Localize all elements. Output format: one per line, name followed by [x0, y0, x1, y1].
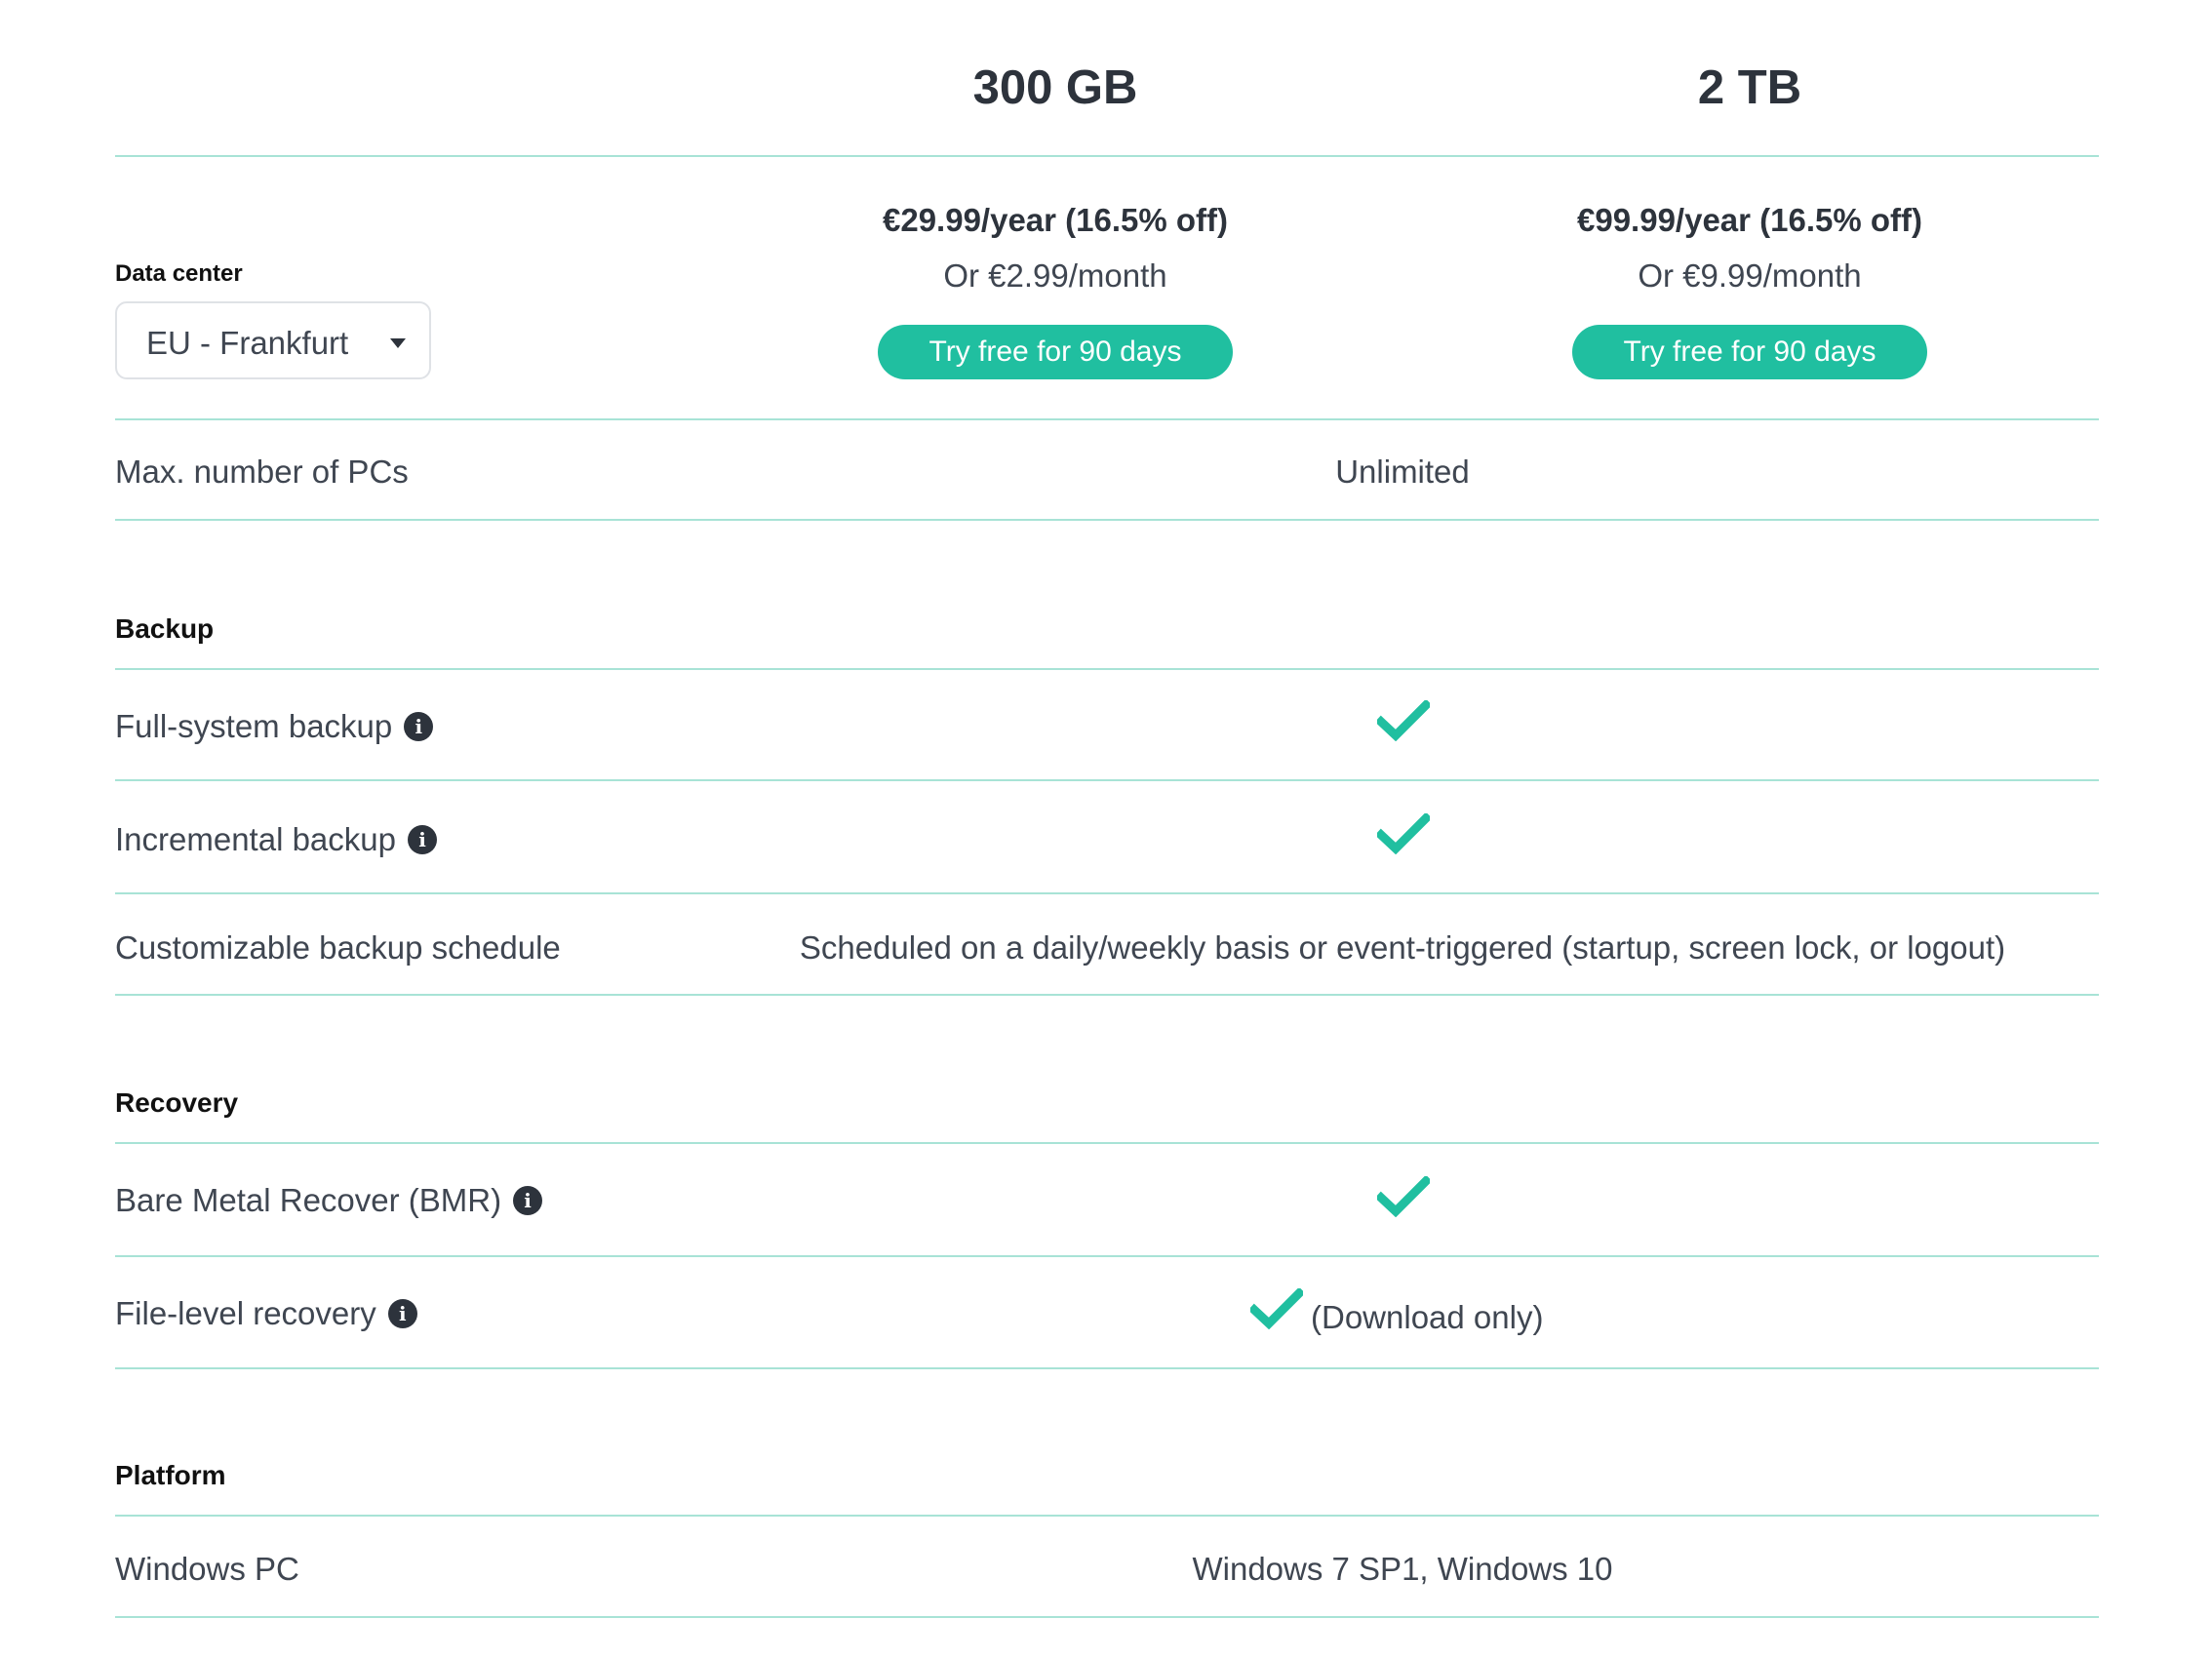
info-icon[interactable]: i [387, 1299, 417, 1328]
divider [115, 892, 2099, 894]
plan-name-300gb: 300 GB [972, 61, 1138, 114]
windows-pc-label: Windows PC [115, 1551, 299, 1587]
max-pcs-value: Unlimited [1335, 454, 1470, 490]
file-level-recovery-note: (Download only) [1311, 1299, 1544, 1335]
info-icon[interactable]: i [408, 825, 437, 854]
section-backup-heading: Backup [115, 613, 215, 644]
checkmark-icon [1377, 813, 1430, 854]
section-recovery-heading: Recovery [115, 1087, 239, 1118]
divider [115, 779, 2099, 781]
divider [115, 1515, 2099, 1517]
full-system-backup-label: Full-system backup [115, 708, 393, 744]
caret-down-icon [390, 338, 406, 348]
price-2tb: €99.99/year (16.5% off) [1576, 202, 1923, 238]
divider [115, 519, 2099, 521]
divider [115, 668, 2099, 670]
incremental-backup-label: Incremental backup [115, 821, 396, 857]
data-center-select[interactable]: EU - Frankfurt [115, 301, 431, 379]
full-system-backup-row: Full-system backup i [115, 708, 434, 745]
backup-schedule-label: Customizable backup schedule [115, 929, 561, 966]
plan-name-2tb: 2 TB [1697, 61, 1802, 114]
info-icon[interactable]: i [404, 712, 434, 741]
file-level-recovery-label: File-level recovery [115, 1295, 376, 1331]
divider [115, 994, 2099, 996]
data-center-value: EU - Frankfurt [146, 325, 349, 361]
max-pcs-label: Max. number of PCs [115, 454, 409, 490]
data-center-label: Data center [115, 260, 243, 287]
divider [115, 1367, 2099, 1369]
monthly-price-300gb: Or €2.99/month [943, 257, 1167, 294]
bmr-row: Bare Metal Recover (BMR) i [115, 1182, 543, 1219]
section-platform-heading: Platform [115, 1460, 226, 1490]
divider [115, 155, 2099, 157]
info-icon[interactable]: i [513, 1186, 543, 1215]
bmr-label: Bare Metal Recover (BMR) [115, 1182, 502, 1218]
try-free-button-300gb[interactable]: Try free for 90 days [878, 325, 1233, 379]
divider [115, 1142, 2099, 1144]
backup-schedule-value: Scheduled on a daily/weekly basis or eve… [799, 929, 2006, 966]
windows-pc-value: Windows 7 SP1, Windows 10 [1192, 1551, 1613, 1587]
price-300gb: €29.99/year (16.5% off) [882, 202, 1229, 238]
monthly-price-2tb: Or €9.99/month [1638, 257, 1862, 294]
checkmark-icon [1250, 1288, 1303, 1329]
checkmark-icon [1377, 1176, 1430, 1217]
divider [115, 1255, 2099, 1257]
file-level-recovery-row: File-level recovery i [115, 1295, 417, 1332]
try-free-button-2tb[interactable]: Try free for 90 days [1572, 325, 1927, 379]
divider [115, 418, 2099, 420]
checkmark-icon [1377, 700, 1430, 741]
divider [115, 1616, 2099, 1618]
incremental-backup-row: Incremental backup i [115, 821, 437, 858]
